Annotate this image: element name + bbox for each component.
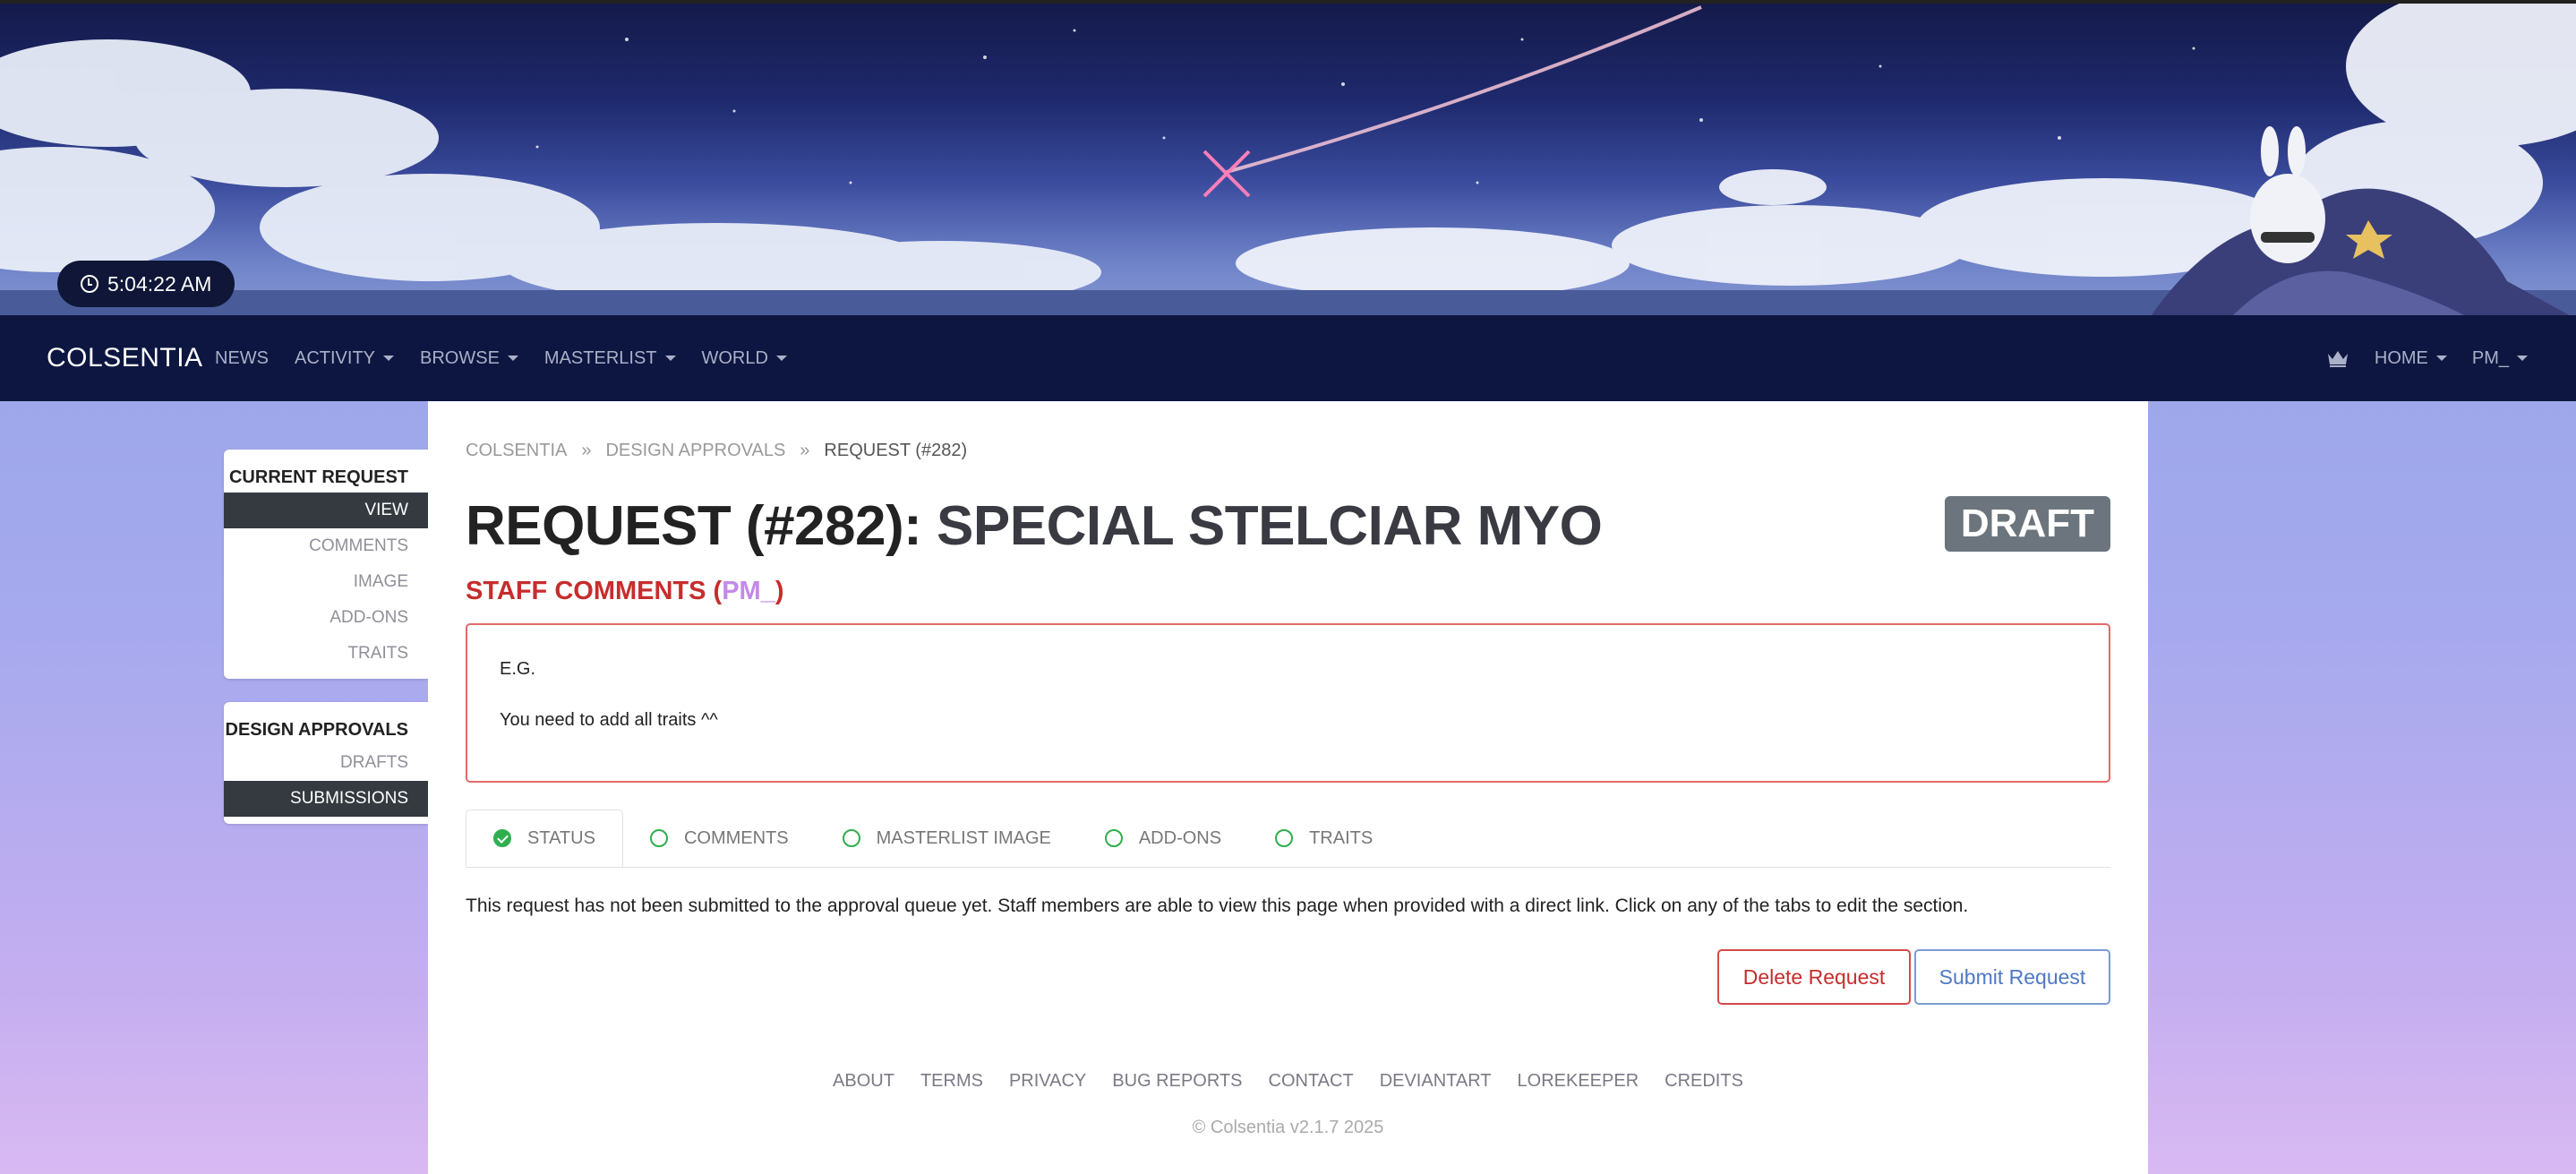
nav-news[interactable]: NEWS (215, 348, 269, 369)
staff-comments-heading: STAFF COMMENTS (PM_) (466, 577, 784, 605)
sidebar-heading: CURRENT REQUEST (228, 467, 408, 487)
footer-link-credits[interactable]: CREDITS (1665, 1071, 1743, 1092)
main-content: COLSENTIA » DESIGN APPROVALS » REQUEST (… (428, 401, 2148, 1174)
footer-links: ABOUT TERMS PRIVACY BUG REPORTS CONTACT … (428, 1071, 2148, 1092)
chevron-down-icon (664, 356, 676, 361)
circle-icon (842, 829, 860, 847)
chevron-down-icon (2517, 356, 2528, 361)
sidebar-item-comments[interactable]: COMMENTS (224, 528, 428, 564)
staff-comment-line: E.G. (500, 659, 536, 679)
tab-addons[interactable]: ADD-ONS (1078, 810, 1248, 867)
sidebar-item-drafts[interactable]: DRAFTS (224, 745, 428, 781)
footer-copyright: © Colsentia v2.1.7 2025 (1192, 1118, 1384, 1137)
brand-logo[interactable]: COLSENTIA (47, 343, 203, 373)
chevron-down-icon (2435, 356, 2447, 361)
breadcrumb: COLSENTIA » DESIGN APPROVALS » REQUEST (… (466, 441, 967, 461)
sidebar-item-view[interactable]: VIEW (224, 493, 428, 528)
sidebar-heading: DESIGN APPROVALS (225, 720, 408, 740)
breadcrumb-design-approvals[interactable]: DESIGN APPROVALS (605, 441, 785, 461)
footer-link-terms[interactable]: TERMS (920, 1071, 983, 1092)
footer-link-privacy[interactable]: PRIVACY (1009, 1071, 1086, 1092)
page-title-request: REQUEST (#282): (466, 495, 922, 557)
tab-masterlist-image[interactable]: MASTERLIST IMAGE (816, 810, 1078, 867)
nav-browse[interactable]: BROWSE (420, 348, 518, 369)
nav-world[interactable]: WORLD (702, 348, 787, 369)
clock-icon (81, 275, 98, 293)
footer-link-about[interactable]: ABOUT (833, 1071, 894, 1092)
sidebar-item-image[interactable]: IMAGE (224, 564, 428, 600)
breadcrumb-home[interactable]: COLSENTIA (466, 441, 567, 461)
clock-widget: 5:04:22 AM (57, 261, 235, 307)
delete-request-button[interactable]: Delete Request (1717, 949, 1911, 1005)
page-title-subtitle: SPECIAL STELCIAR MYO (937, 495, 1603, 557)
crown-icon[interactable] (2326, 348, 2349, 368)
sidebar-item-submissions[interactable]: SUBMISSIONS (224, 781, 428, 817)
chevron-down-icon (383, 356, 395, 361)
breadcrumb-separator: » (800, 441, 810, 460)
submit-request-button[interactable]: Submit Request (1914, 949, 2110, 1005)
nav-right: HOME PM_ (2326, 348, 2528, 369)
banner-artwork (0, 4, 2576, 315)
staff-username-link[interactable]: PM_ (722, 577, 775, 605)
sidebar-current-request: CURRENT REQUEST VIEW COMMENTS IMAGE ADD-… (224, 450, 428, 679)
sidebar-item-traits[interactable]: TRAITS (224, 636, 428, 672)
breadcrumb-current[interactable]: REQUEST (#282) (824, 441, 967, 461)
breadcrumb-separator: » (581, 441, 592, 460)
staff-comments-box: E.G. You need to add all traits ^^ (466, 623, 2110, 783)
nav-user-menu[interactable]: PM_ (2472, 348, 2528, 369)
sidebar-design-approvals: DESIGN APPROVALS DRAFTS SUBMISSIONS (224, 702, 428, 824)
header-banner: 5:04:22 AM (0, 0, 2576, 315)
page-title: REQUEST (#282): SPECIAL STELCIAR MYO (466, 494, 1603, 558)
sidebar-item-addons[interactable]: ADD-ONS (224, 600, 428, 636)
tab-traits[interactable]: TRAITS (1248, 810, 1399, 867)
top-navbar: COLSENTIA NEWS ACTIVITY BROWSE MASTERLIS… (0, 315, 2576, 401)
clock-time: 5:04:22 AM (107, 271, 212, 296)
nav-activity[interactable]: ACTIVITY (295, 348, 395, 369)
nav-links: NEWS ACTIVITY BROWSE MASTERLIST WORLD (215, 348, 787, 369)
circle-icon (1275, 829, 1294, 847)
nav-home[interactable]: HOME (2375, 348, 2447, 369)
circle-icon (649, 829, 668, 847)
circle-icon (1104, 829, 1123, 847)
tab-status[interactable]: STATUS (466, 810, 623, 867)
request-tabs: STATUS COMMENTS MASTERLIST IMAGE ADD-ONS… (466, 810, 2110, 868)
chevron-down-icon (775, 356, 787, 361)
footer-link-contact[interactable]: CONTACT (1269, 1071, 1354, 1092)
status-info-text: This request has not been submitted to t… (466, 895, 1969, 916)
nav-masterlist[interactable]: MASTERLIST (544, 348, 676, 369)
status-badge: DRAFT (1944, 496, 2110, 552)
footer-link-lorekeeper[interactable]: LOREKEEPER (1518, 1071, 1639, 1092)
footer-link-bug-reports[interactable]: BUG REPORTS (1112, 1071, 1242, 1092)
footer-link-deviantart[interactable]: DEVIANTART (1380, 1071, 1492, 1092)
tab-comments[interactable]: COMMENTS (623, 810, 816, 867)
check-circle-icon (493, 829, 511, 847)
chevron-down-icon (507, 356, 518, 361)
staff-comment-line: You need to add all traits ^^ (500, 710, 718, 730)
